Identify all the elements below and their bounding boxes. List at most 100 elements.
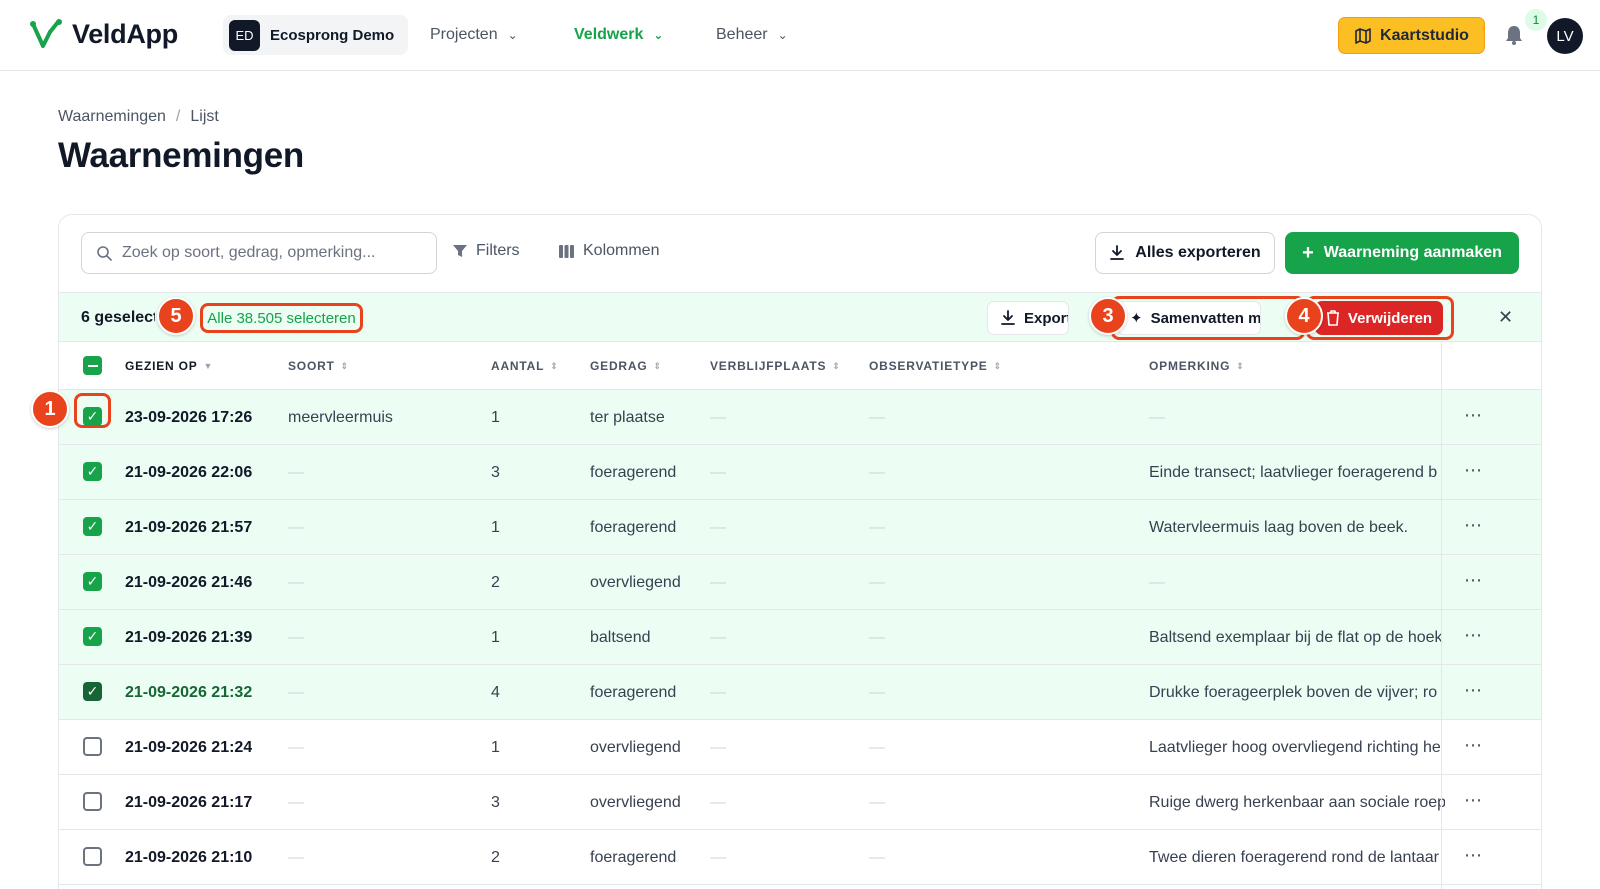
sparkle-icon: ✦ [1130, 310, 1143, 327]
kaartstudio-button[interactable]: Kaartstudio [1338, 17, 1485, 54]
cell-opmerking: Watervleermuis laag boven de beek. [1149, 519, 1409, 536]
org-badge: ED [229, 19, 260, 51]
bell-icon[interactable] [1503, 24, 1525, 46]
app-logo[interactable]: VeldApp [30, 18, 178, 50]
column-verblijfplaats[interactable]: VERBLIJFPLAATS ⇕ [710, 359, 841, 373]
table-row[interactable]: ✓ 21-09-2026 21:57 — 1 foeragerend — — Watervle… [59, 500, 1541, 555]
search-input[interactable] [122, 244, 422, 262]
column-soort[interactable]: SOORT ⇕ [288, 359, 349, 373]
cell-aantal: 1 [491, 409, 500, 426]
column-label: AANTAL [491, 359, 545, 373]
table-row[interactable]: ✓ 23-09-2026 17:26 meervleermuis 1 ter plaat… [59, 390, 1541, 445]
column-gedrag[interactable]: GEDRAG ⇕ [590, 359, 662, 373]
summarize-button[interactable]: ✦ Samenvatten met AI [1117, 301, 1261, 335]
cell-verblijfplaats: — [710, 739, 726, 756]
sort-icon: ⇕ [653, 360, 662, 371]
row-actions-icon[interactable]: ⋯ [1464, 515, 1483, 536]
columns-label: Kolommen [583, 242, 660, 259]
columns-button[interactable]: Kolommen [558, 242, 659, 260]
sort-icon: ⇕ [550, 360, 559, 371]
row-actions-icon[interactable]: ⋯ [1464, 405, 1483, 426]
table-row[interactable]: ✓ 21-09-2026 22:06 — 3 foeragerend — — Einde tr… [59, 445, 1541, 500]
cell-aantal: 2 [491, 849, 500, 866]
column-observatietype[interactable]: OBSERVATIETYPE ⇕ [869, 359, 1002, 373]
table-row[interactable]: 21-09-2026 21:17 — 3 overvliegend — — Ruige dw… [59, 775, 1541, 830]
cell-gezien-op: 21-09-2026 21:10 [125, 849, 253, 866]
create-observation-button[interactable]: + Waarneming aanmaken [1285, 232, 1519, 274]
sort-desc-icon: ▼ [203, 361, 214, 371]
notification-badge: 1 [1525, 9, 1547, 31]
export-all-button[interactable]: Alles exporteren [1095, 232, 1275, 274]
row-actions-icon[interactable]: ⋯ [1464, 845, 1483, 866]
cell-observatietype: — [869, 464, 885, 481]
export-selected-label: Exporteren [1024, 309, 1068, 327]
cell-gedrag: overvliegend [590, 739, 681, 756]
cell-gedrag: overvliegend [590, 574, 681, 591]
breadcrumb: Waarnemingen / Lijst [58, 108, 219, 126]
veldapp-logo-icon [30, 19, 62, 48]
column-label: SOORT [288, 359, 335, 373]
row-actions-icon[interactable]: ⋯ [1464, 680, 1483, 701]
row-checkbox[interactable]: ✓ [83, 572, 102, 591]
table-row[interactable]: 21-09-2026 21:24 — 1 overvliegend — — Laatvlie… [59, 720, 1541, 775]
user-avatar[interactable]: LV [1547, 18, 1583, 54]
cell-observatietype: — [869, 849, 885, 866]
column-opmerking[interactable]: OPMERKING ⇕ [1149, 359, 1245, 373]
actions-column-divider [1441, 342, 1442, 889]
cell-gezien-op: 21-09-2026 22:06 [125, 464, 253, 481]
sort-icon: ⇕ [993, 360, 1002, 371]
row-checkbox[interactable] [83, 792, 102, 811]
selection-count: 6 geselecteerd [81, 309, 155, 326]
row-checkbox[interactable]: ✓ [83, 682, 102, 701]
nav-veldwerk[interactable]: Veldwerk ⌄ [574, 26, 663, 44]
export-selected-button[interactable]: Exporteren [987, 301, 1069, 335]
nav-projecten[interactable]: Projecten ⌄ [430, 26, 518, 44]
step-marker-5: 5 [157, 297, 195, 335]
table-row[interactable]: 21-09-2026 21:10 — 2 foeragerend — — Twee dier… [59, 830, 1541, 885]
row-actions-icon[interactable]: ⋯ [1464, 735, 1483, 756]
select-all-link[interactable]: Alle 38.505 selecteren [200, 303, 363, 333]
column-aantal[interactable]: AANTAL ⇕ [491, 359, 559, 373]
row-actions-icon[interactable]: ⋯ [1464, 460, 1483, 481]
breadcrumb-item: Lijst [190, 108, 219, 125]
cell-observatietype: — [869, 739, 885, 756]
cell-observatietype: — [869, 519, 885, 536]
breadcrumb-separator: / [175, 108, 181, 125]
delete-selected-button[interactable]: Verwijderen [1315, 301, 1443, 335]
summarize-label: Samenvatten met AI [1150, 309, 1261, 327]
top-navigation: VeldApp ED Ecosprong Demo Projecten ⌄ Ve… [0, 0, 1600, 71]
cell-verblijfplaats: — [710, 409, 726, 426]
cell-gedrag: foeragerend [590, 519, 677, 536]
breadcrumb-item[interactable]: Waarnemingen [58, 108, 166, 126]
row-checkbox[interactable] [83, 737, 102, 756]
table-row[interactable]: ✓ 21-09-2026 21:46 — 2 overvliegend — — — ⋯ [59, 555, 1541, 610]
row-checkbox[interactable]: ✓ [83, 627, 102, 646]
nav-beheer[interactable]: Beheer ⌄ [716, 26, 788, 44]
row-checkbox[interactable] [83, 847, 102, 866]
table-row[interactable]: ✓ 21-09-2026 21:32 — 4 foeragerend — — Drukke f… [59, 665, 1541, 720]
cell-gedrag: ter plaatse [590, 409, 665, 426]
cell-opmerking: Ruige dwerg herkenbaar aan sociale roep [1149, 794, 1445, 811]
row-actions-icon[interactable]: ⋯ [1464, 790, 1483, 811]
cell-gezien-op: 21-09-2026 21:57 [125, 519, 253, 536]
column-gezien-op[interactable]: GEZIEN OP ▼ [125, 359, 213, 373]
row-actions-icon[interactable]: ⋯ [1464, 570, 1483, 591]
cell-verblijfplaats: — [710, 849, 726, 866]
select-all-checkbox[interactable] [83, 356, 102, 375]
search-box[interactable] [81, 232, 437, 274]
organization-switcher[interactable]: ED Ecosprong Demo [223, 15, 408, 55]
row-actions-icon[interactable]: ⋯ [1464, 625, 1483, 646]
filters-button[interactable]: Filters [452, 242, 520, 260]
close-icon[interactable]: ✕ [1498, 307, 1513, 328]
row-checkbox[interactable]: ✓ [83, 517, 102, 536]
chevron-down-icon: ⌄ [653, 28, 664, 42]
cell-aantal: 1 [491, 739, 500, 756]
table-row[interactable]: ✓ 21-09-2026 21:39 — 1 baltsend — — Baltsend ex… [59, 610, 1541, 665]
row-checkbox[interactable]: ✓ [83, 462, 102, 481]
cell-aantal: 2 [491, 574, 500, 591]
cell-opmerking: Baltsend exemplaar bij de flat op de hoe… [1149, 629, 1443, 646]
cell-observatietype: — [869, 574, 885, 591]
page-title: Waarnemingen [58, 136, 304, 175]
nav-label: Veldwerk [574, 26, 644, 43]
cell-observatietype: — [869, 629, 885, 646]
